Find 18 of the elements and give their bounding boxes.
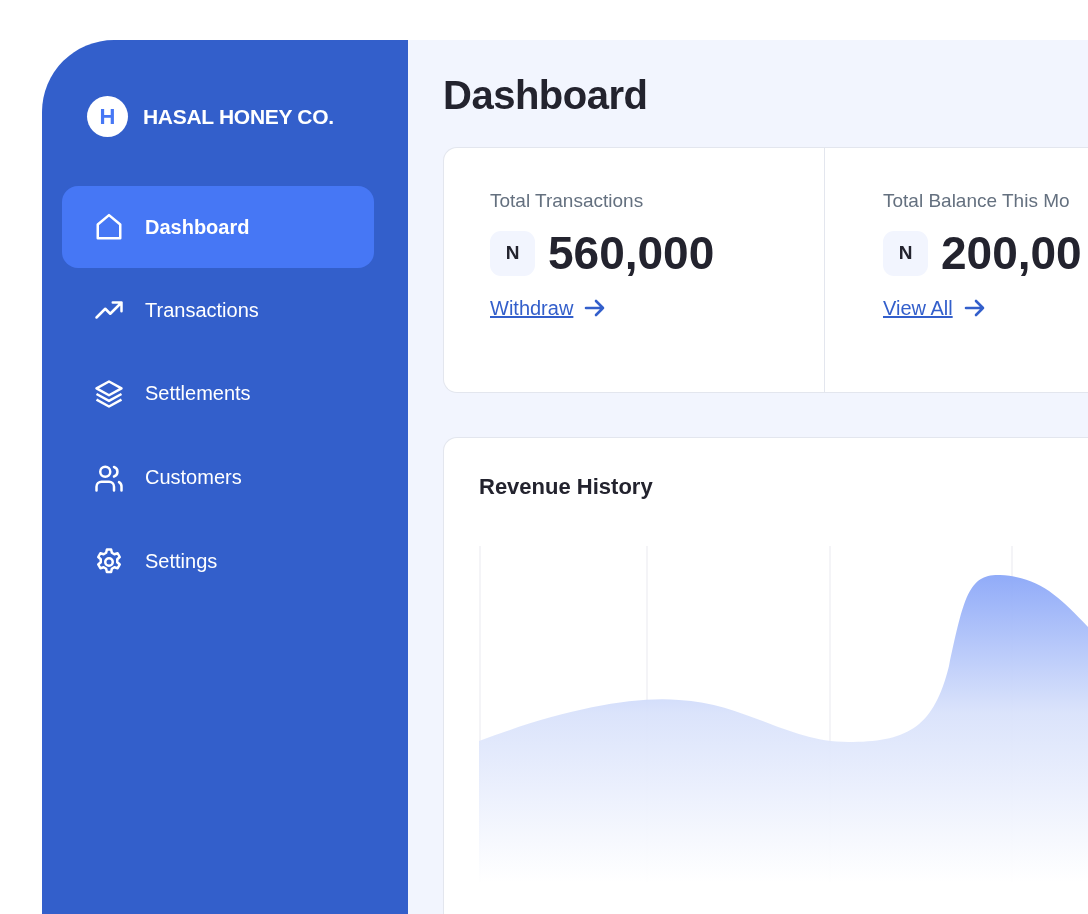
stat-label: Total Transactions (490, 190, 645, 212)
currency-badge: N (490, 230, 535, 276)
currency-badge: N (883, 230, 928, 276)
page-title: Dashboard (443, 72, 649, 119)
stat-link[interactable]: Withdraw (490, 296, 574, 320)
stat-label: Total Balance This Mo (883, 190, 1071, 212)
chart-title: Revenue History (479, 474, 654, 500)
layers-icon (92, 378, 126, 409)
stat-amount: 200,00 (941, 226, 1082, 280)
brand-logo: H (87, 96, 128, 137)
sidebar-item[interactable]: Transactions (62, 269, 374, 351)
brand-name: HASAL HONEY CO. (143, 104, 334, 129)
stat-amount: 560,000 (548, 226, 715, 280)
sidebar-item[interactable]: Customers (62, 436, 374, 519)
stat-link[interactable]: View All (883, 296, 953, 320)
sidebar-item[interactable]: Settlements (62, 352, 374, 435)
sidebar-item[interactable]: Dashboard (62, 186, 374, 268)
sidebar-item[interactable]: Settings (62, 520, 374, 603)
